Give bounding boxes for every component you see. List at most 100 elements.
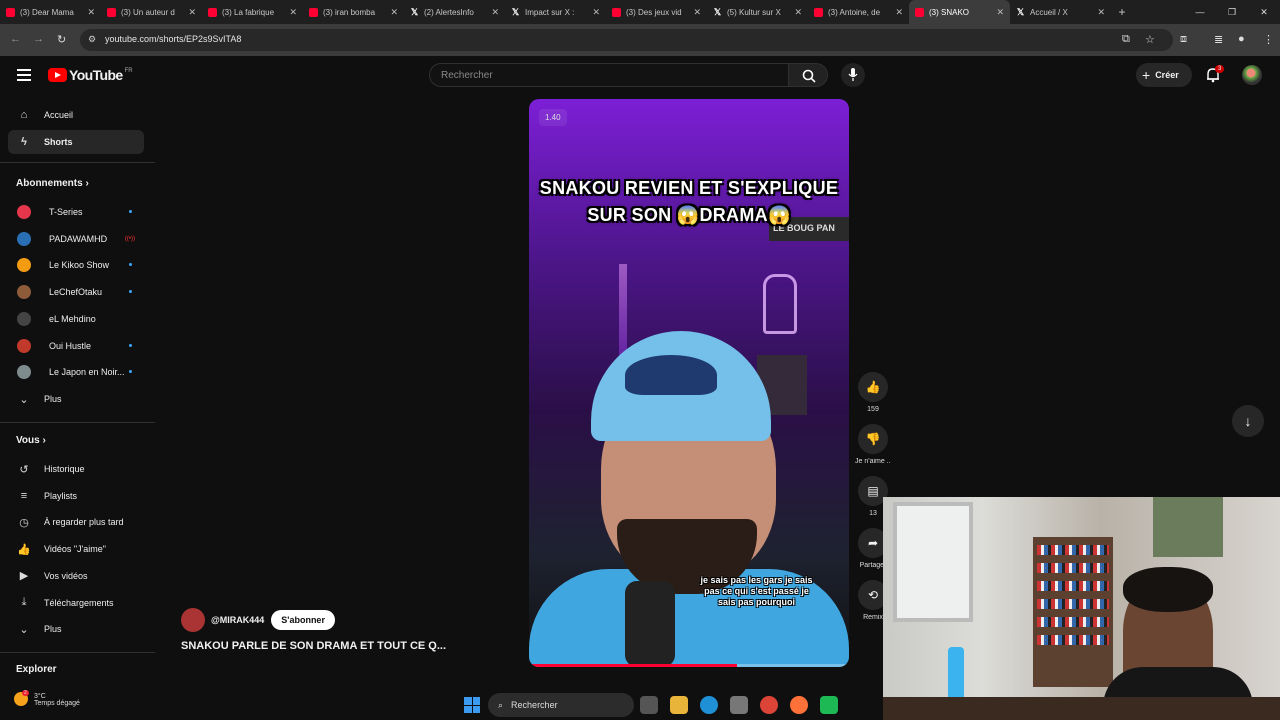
media-controls-icon[interactable]: ≣: [1214, 33, 1223, 46]
browser-tab[interactable]: 𝕏 Accueil / X ✕: [1010, 0, 1111, 24]
store-icon[interactable]: [730, 696, 748, 714]
sidebar-subscription[interactable]: Oui Hustle: [8, 334, 144, 358]
sidebar-item-label: Le Kikoo Show: [49, 260, 110, 271]
reload-icon[interactable]: ↻: [57, 33, 66, 46]
close-tab-icon[interactable]: ✕: [289, 7, 297, 18]
sidebar-subscription[interactable]: T-Series: [8, 200, 144, 224]
minimize-icon[interactable]: —: [1184, 0, 1216, 24]
sidebar-you-item[interactable]: ▶ Vos vidéos: [8, 564, 144, 588]
close-tab-icon[interactable]: ✕: [491, 7, 499, 18]
sidebar-subscription[interactable]: Le Japon en Noir...: [8, 360, 144, 384]
browser-tab[interactable]: (3) iran bomba ✕: [303, 0, 404, 24]
windows-start-icon[interactable]: [464, 697, 480, 713]
sidebar-you-item[interactable]: ⤓ Téléchargements: [8, 591, 144, 615]
webcam-window: [893, 502, 973, 622]
close-tab-icon[interactable]: ✕: [1097, 7, 1105, 18]
you-heading[interactable]: Vous ›: [16, 435, 46, 446]
app-icon[interactable]: [820, 696, 838, 714]
youtube-favicon-icon: [6, 7, 15, 17]
tab-title: (3) Antoine, de: [828, 7, 881, 17]
create-button[interactable]: + Créer: [1136, 63, 1192, 87]
sidebar-item-shorts[interactable]: ϟ Shorts: [8, 130, 144, 154]
search-input[interactable]: Rechercher: [429, 63, 789, 87]
tab-title: (3) iran bomba: [323, 7, 376, 17]
sidebar-subs-more[interactable]: ⌄ Plus: [8, 387, 144, 411]
browser-tab[interactable]: 𝕏 Impact sur X : ✕: [505, 0, 606, 24]
menu-icon[interactable]: [17, 69, 31, 84]
channel-avatar[interactable]: [181, 608, 205, 632]
plus-icon: +: [1142, 67, 1151, 83]
browser-tab[interactable]: (3) Dear Mama ✕: [0, 0, 101, 24]
search-placeholder: Rechercher: [441, 70, 493, 81]
like-button[interactable]: 👍 159: [855, 372, 891, 413]
browser-tab[interactable]: 𝕏 (2) AlertesInfo ✕: [404, 0, 505, 24]
sidebar-you-more[interactable]: ⌄ Plus: [8, 617, 144, 641]
site-info-icon[interactable]: ⚙: [88, 34, 96, 45]
close-window-icon[interactable]: ✕: [1248, 0, 1280, 24]
sidebar-you-item[interactable]: ↺ Historique: [8, 457, 144, 481]
voice-search-button[interactable]: [841, 63, 865, 87]
cap-logo: [625, 355, 717, 395]
close-tab-icon[interactable]: ✕: [693, 7, 701, 18]
subscriptions-heading[interactable]: Abonnements ›: [16, 178, 89, 189]
firefox-icon[interactable]: [790, 696, 808, 714]
video-progress-fill: [529, 664, 737, 667]
webcam-desk: [883, 697, 1280, 720]
sidebar-item-accueil[interactable]: ⌂ Accueil: [8, 103, 144, 127]
sidebar-subscription[interactable]: LeChefOtaku: [8, 280, 144, 304]
new-tab-icon[interactable]: +: [1111, 5, 1133, 19]
close-tab-icon[interactable]: ✕: [794, 7, 802, 18]
browser-tab[interactable]: (3) Antoine, de ✕: [808, 0, 909, 24]
close-tab-icon[interactable]: ✕: [895, 7, 903, 18]
back-icon[interactable]: ←: [10, 33, 21, 45]
extensions-icon[interactable]: ⧈: [1180, 33, 1187, 46]
explore-heading[interactable]: Explorer: [16, 664, 57, 675]
chrome-icon[interactable]: [760, 696, 778, 714]
youtube-favicon-icon: [612, 7, 621, 17]
account-avatar[interactable]: [1242, 65, 1262, 85]
edge-icon[interactable]: [700, 696, 718, 714]
youtube-logo[interactable]: YouTube FR: [48, 67, 133, 83]
sidebar-you-item[interactable]: 👍 Vidéos "J'aime": [8, 537, 144, 561]
sidebar-subscription[interactable]: Le Kikoo Show: [8, 253, 144, 277]
weather-badge: 2: [22, 690, 29, 696]
browser-tab[interactable]: (3) Des jeux vid ✕: [606, 0, 707, 24]
subscribe-button[interactable]: S'abonner: [271, 610, 335, 630]
x-favicon-icon: 𝕏: [410, 6, 419, 17]
task-view-icon[interactable]: [640, 696, 658, 714]
short-video-player[interactable]: LE BOUG PAN 1.40 SNAKOU REVIEN ET S'EXPL…: [529, 99, 849, 667]
sidebar-you-item[interactable]: ◷ À regarder plus tard: [8, 510, 144, 534]
dislike-button[interactable]: 👎 Je n'aime ...: [855, 424, 891, 465]
close-tab-icon[interactable]: ✕: [996, 7, 1004, 18]
forward-icon[interactable]: →: [33, 33, 44, 45]
close-tab-icon[interactable]: ✕: [390, 7, 398, 18]
maximize-icon[interactable]: ❐: [1216, 0, 1248, 24]
home-icon: ⌂: [20, 109, 28, 121]
close-tab-icon[interactable]: ✕: [592, 7, 600, 18]
sidebar-you-item[interactable]: ≡ Playlists: [8, 484, 144, 508]
short-title[interactable]: SNAKOU PARLE DE SON DRAMA ET TOUT CE Q..…: [181, 640, 501, 652]
browser-tab[interactable]: (3) La fabrique ✕: [202, 0, 303, 24]
browser-menu-icon[interactable]: ⋮: [1263, 33, 1274, 46]
sidebar-subscription[interactable]: eL Mehdino: [8, 307, 144, 331]
webcam-manga-shelf: [1033, 537, 1113, 687]
file-explorer-icon[interactable]: [670, 696, 688, 714]
create-label: Créer: [1155, 70, 1179, 80]
install-app-icon[interactable]: ⧉: [1122, 33, 1130, 46]
sidebar-subscription[interactable]: PADAWAMHD ((•)): [8, 227, 144, 251]
browser-tab[interactable]: 𝕏 (5) Kultur sur X ✕: [707, 0, 808, 24]
search-button[interactable]: [788, 63, 828, 87]
video-progress-bar[interactable]: [529, 664, 849, 667]
bookmark-star-icon[interactable]: ☆: [1145, 33, 1155, 46]
sidebar: ⌂ Accueil ϟ Shorts Abonnements › T-Series PADA…: [0, 102, 155, 720]
taskbar-search[interactable]: ⌕ Rechercher: [488, 693, 634, 717]
browser-tab[interactable]: (3) SNAKO ✕: [909, 0, 1010, 24]
omnibox[interactable]: ⚙ youtube.com/shorts/EP2s9SvITA8 ⧉ ☆: [80, 29, 1173, 51]
channel-name[interactable]: @MIRAK444: [211, 615, 264, 625]
close-tab-icon[interactable]: ✕: [87, 7, 95, 18]
close-tab-icon[interactable]: ✕: [188, 7, 196, 18]
profile-icon[interactable]: ●: [1238, 33, 1245, 45]
channel-avatar: [17, 285, 31, 300]
next-short-button[interactable]: ↓: [1232, 405, 1264, 437]
browser-tab[interactable]: (3) Un auteur d ✕: [101, 0, 202, 24]
